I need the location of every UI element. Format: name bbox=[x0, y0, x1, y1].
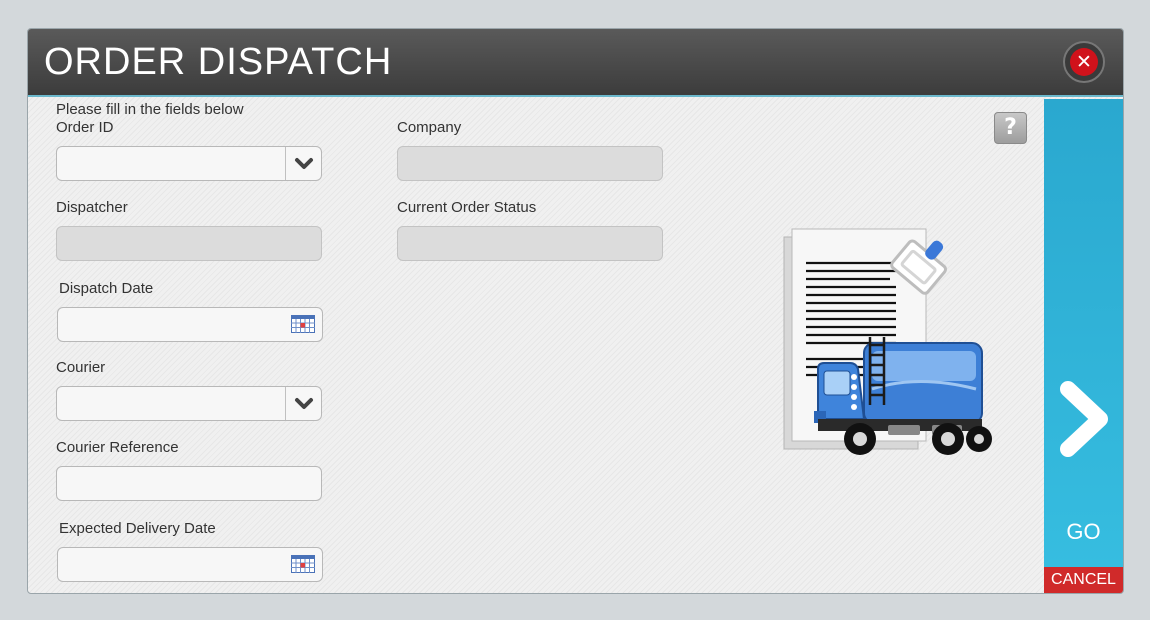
dispatch-date-label: Dispatch Date bbox=[59, 280, 154, 297]
order-id-dropdown[interactable] bbox=[56, 146, 322, 181]
courier-reference-label: Courier Reference bbox=[56, 439, 179, 456]
dispatcher-field bbox=[56, 226, 322, 261]
form-instructions: Please fill in the fields below bbox=[56, 101, 244, 118]
courier-dropdown[interactable] bbox=[56, 386, 322, 421]
courier-reference-field[interactable] bbox=[56, 466, 322, 501]
dispatcher-label: Dispatcher bbox=[56, 199, 128, 216]
title-bar: ORDER DISPATCH ✕ bbox=[28, 29, 1123, 97]
chevron-down-icon bbox=[294, 157, 313, 169]
cancel-button[interactable]: CANCEL bbox=[1044, 567, 1123, 593]
close-icon: ✕ bbox=[1070, 48, 1098, 76]
dispatch-date-field[interactable] bbox=[57, 307, 323, 342]
chevron-down-icon bbox=[294, 397, 313, 409]
chevron-right-icon bbox=[1060, 381, 1108, 457]
order-id-label: Order ID bbox=[56, 119, 114, 136]
order-id-dropdown-button[interactable] bbox=[285, 147, 321, 180]
current-order-status-label: Current Order Status bbox=[397, 199, 537, 216]
calendar-icon[interactable] bbox=[291, 555, 315, 573]
close-button[interactable]: ✕ bbox=[1063, 41, 1105, 83]
company-label: Company bbox=[397, 119, 462, 136]
current-order-status-field bbox=[397, 226, 663, 261]
calendar-icon[interactable] bbox=[291, 315, 315, 333]
company-field bbox=[397, 146, 663, 181]
dispatch-truck-illustration bbox=[783, 228, 992, 455]
expected-delivery-date-field[interactable] bbox=[57, 547, 323, 582]
expected-delivery-date-label: Expected Delivery Date bbox=[59, 520, 216, 537]
help-button[interactable]: ? bbox=[994, 112, 1027, 144]
go-button[interactable]: GO bbox=[1044, 99, 1123, 567]
go-label: GO bbox=[1066, 519, 1101, 544]
courier-dropdown-button[interactable] bbox=[285, 387, 321, 420]
order-dispatch-window: ORDER DISPATCH ✕ Please fill in the fiel… bbox=[27, 28, 1124, 594]
window-title: ORDER DISPATCH bbox=[44, 41, 393, 83]
courier-label: Courier bbox=[56, 359, 106, 376]
